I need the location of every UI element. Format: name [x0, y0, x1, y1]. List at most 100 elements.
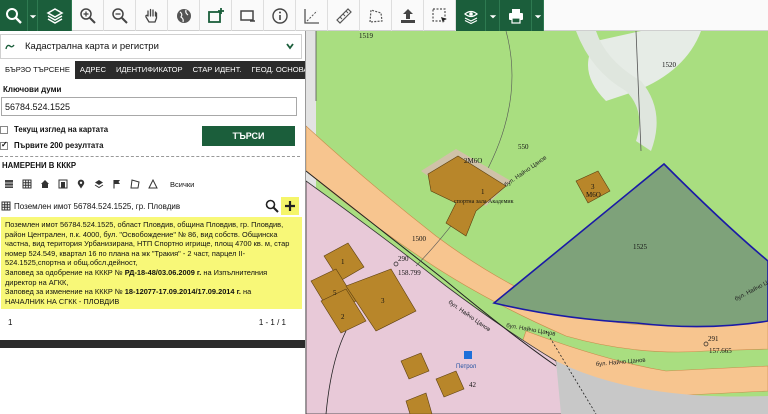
approval-order-number: РД-18-48/03.06.2009 г. [124, 267, 202, 277]
print-dropdown-button[interactable] [532, 0, 544, 31]
triangle-icon [148, 179, 158, 189]
tab-identifier[interactable]: ИДЕНТИФИКАТОР [111, 61, 188, 79]
petrol-station-icon[interactable] [464, 351, 472, 359]
current-view-checkbox[interactable] [0, 125, 8, 134]
globe-button[interactable] [168, 0, 200, 31]
search-tabs: БЪРЗО ТЪРСЕНЕ АДРЕС ИДЕНТИФИКАТОР СТАР И… [0, 61, 305, 79]
add-result-button[interactable] [281, 197, 299, 215]
approval-order-prefix: Заповед за одобрение на КККР № [5, 267, 125, 277]
number-label-42: 42 [469, 381, 477, 389]
point-value-291: 157.665 [709, 347, 732, 355]
page-number[interactable]: 1 [8, 318, 12, 327]
select-area-button[interactable] [424, 0, 456, 31]
tab-quick-search[interactable]: БЪРЗО ТЪРСЕНЕ [0, 61, 75, 79]
parcel-label-1500: 1500 [412, 235, 427, 243]
zoom-in-icon [79, 7, 96, 24]
building-name-label: спортна зала Академик [454, 199, 514, 205]
measure-coord-button[interactable] [296, 0, 328, 31]
toolbar [0, 0, 768, 31]
visibility-dropdown-button[interactable] [486, 0, 500, 31]
grid-icon [22, 179, 32, 189]
info-button[interactable] [264, 0, 296, 31]
search-button[interactable]: ТЪРСИ [202, 126, 295, 146]
search-tool-button[interactable] [0, 0, 28, 31]
select-area-icon [431, 7, 447, 23]
panel-footer-bar [0, 340, 305, 348]
layer-select-label: Кадастрална карта и регистри [25, 41, 159, 52]
eye-layer-icon [463, 10, 478, 24]
print-icon [508, 8, 523, 24]
filter-buildings[interactable] [36, 177, 54, 191]
info-icon [271, 7, 288, 24]
map-pin-icon [77, 179, 85, 189]
polygon-measure-icon [368, 8, 383, 23]
result-header: Поземлен имот 56784.524.1525, гр. Пловди… [0, 197, 300, 215]
tab-address[interactable]: АДРЕС [75, 61, 111, 79]
building-label-1: 1 [481, 188, 485, 196]
filter-layers[interactable] [90, 177, 108, 191]
zoom-to-result-button[interactable] [264, 198, 280, 214]
select-add-icon [207, 7, 224, 23]
result-count: 1 - 1 / 1 [258, 318, 286, 327]
amendment-order-number: 18-12077-17.09.2014/17.09.2014 г. [124, 287, 241, 297]
zoom-out-button[interactable] [104, 0, 136, 31]
building-number-2: 2 [341, 313, 345, 321]
building-number-1: 1 [341, 258, 345, 266]
ruler-button[interactable] [328, 0, 360, 31]
filter-address-points[interactable] [72, 177, 90, 191]
polygon-icon [130, 179, 140, 189]
search-panel: Кадастрална карта и регистри БЪРЗО ТЪРСЕ… [0, 31, 306, 414]
zoom-in-button[interactable] [72, 0, 104, 31]
first200-option[interactable]: Първите 200 резултата [0, 140, 103, 150]
amendment-order-prefix: Заповед за изменение на КККР № [5, 287, 125, 297]
filter-regulation[interactable] [144, 177, 162, 191]
filter-boundaries[interactable] [126, 177, 144, 191]
flag-icon [113, 180, 120, 189]
layers-icon [94, 180, 104, 189]
grid-icon [1, 201, 11, 211]
filter-all-label[interactable]: Всички [170, 180, 194, 189]
tab-geodetic-base[interactable]: ГЕОД. ОСНОВА [247, 61, 305, 79]
cadastral-map[interactable]: 1519 1520 550 1500 1525 2М6О 1 спортна з… [306, 31, 768, 414]
select-rect-button[interactable] [232, 0, 264, 31]
current-view-option[interactable]: Текущ изглед на картата [0, 125, 108, 134]
keywords-input[interactable] [1, 97, 297, 116]
search-dropdown-button[interactable] [28, 0, 38, 31]
filter-all-toggle[interactable] [0, 177, 18, 191]
pan-button[interactable] [136, 0, 168, 31]
home-icon [41, 180, 49, 188]
filter-parcels[interactable] [18, 177, 36, 191]
point-label-291: 291 [708, 335, 719, 343]
select-rect-icon [239, 9, 255, 22]
building-label-3: 3 [591, 183, 595, 191]
globe-icon [176, 8, 191, 23]
select-add-button[interactable] [200, 0, 232, 31]
parcel-label-1520: 1520 [662, 61, 677, 69]
amendment-order-suffix: на [240, 287, 252, 297]
result-title[interactable]: Поземлен имот 56784.524.1525, гр. Пловди… [14, 202, 180, 211]
filter-geodetic-points[interactable] [108, 177, 126, 191]
pager: 1 1 - 1 / 1 [0, 315, 300, 331]
result-details: Поземлен имот 56784.524.1525, област Пло… [1, 217, 302, 309]
tab-old-identifier[interactable]: СТАР ИДЕНТ. [188, 61, 247, 79]
measure-coord-icon [303, 8, 319, 24]
parcel-label-1519: 1519 [359, 32, 374, 40]
filter-units[interactable] [54, 177, 72, 191]
caret-down-icon [534, 14, 541, 18]
search-icon [265, 199, 279, 213]
print-button[interactable] [500, 0, 532, 31]
search-icon [5, 7, 22, 24]
layers-icon [45, 7, 64, 24]
building-number-5: 5 [333, 289, 337, 297]
first200-checkbox[interactable] [0, 140, 8, 150]
layer-visibility-button[interactable] [456, 0, 486, 31]
building-label-2: 2М6О [464, 157, 482, 165]
polygon-measure-button[interactable] [360, 0, 392, 31]
apartment-icon [58, 179, 68, 189]
layers-button[interactable] [38, 0, 72, 31]
upload-icon [400, 8, 415, 23]
upload-button[interactable] [392, 0, 424, 31]
map-canvas[interactable]: 1519 1520 550 1500 1525 2М6О 1 спортна з… [306, 31, 768, 414]
layer-select[interactable]: Кадастрална карта и регистри [0, 34, 302, 59]
result-description: Поземлен имот 56784.524.1525, област Пло… [5, 220, 290, 268]
